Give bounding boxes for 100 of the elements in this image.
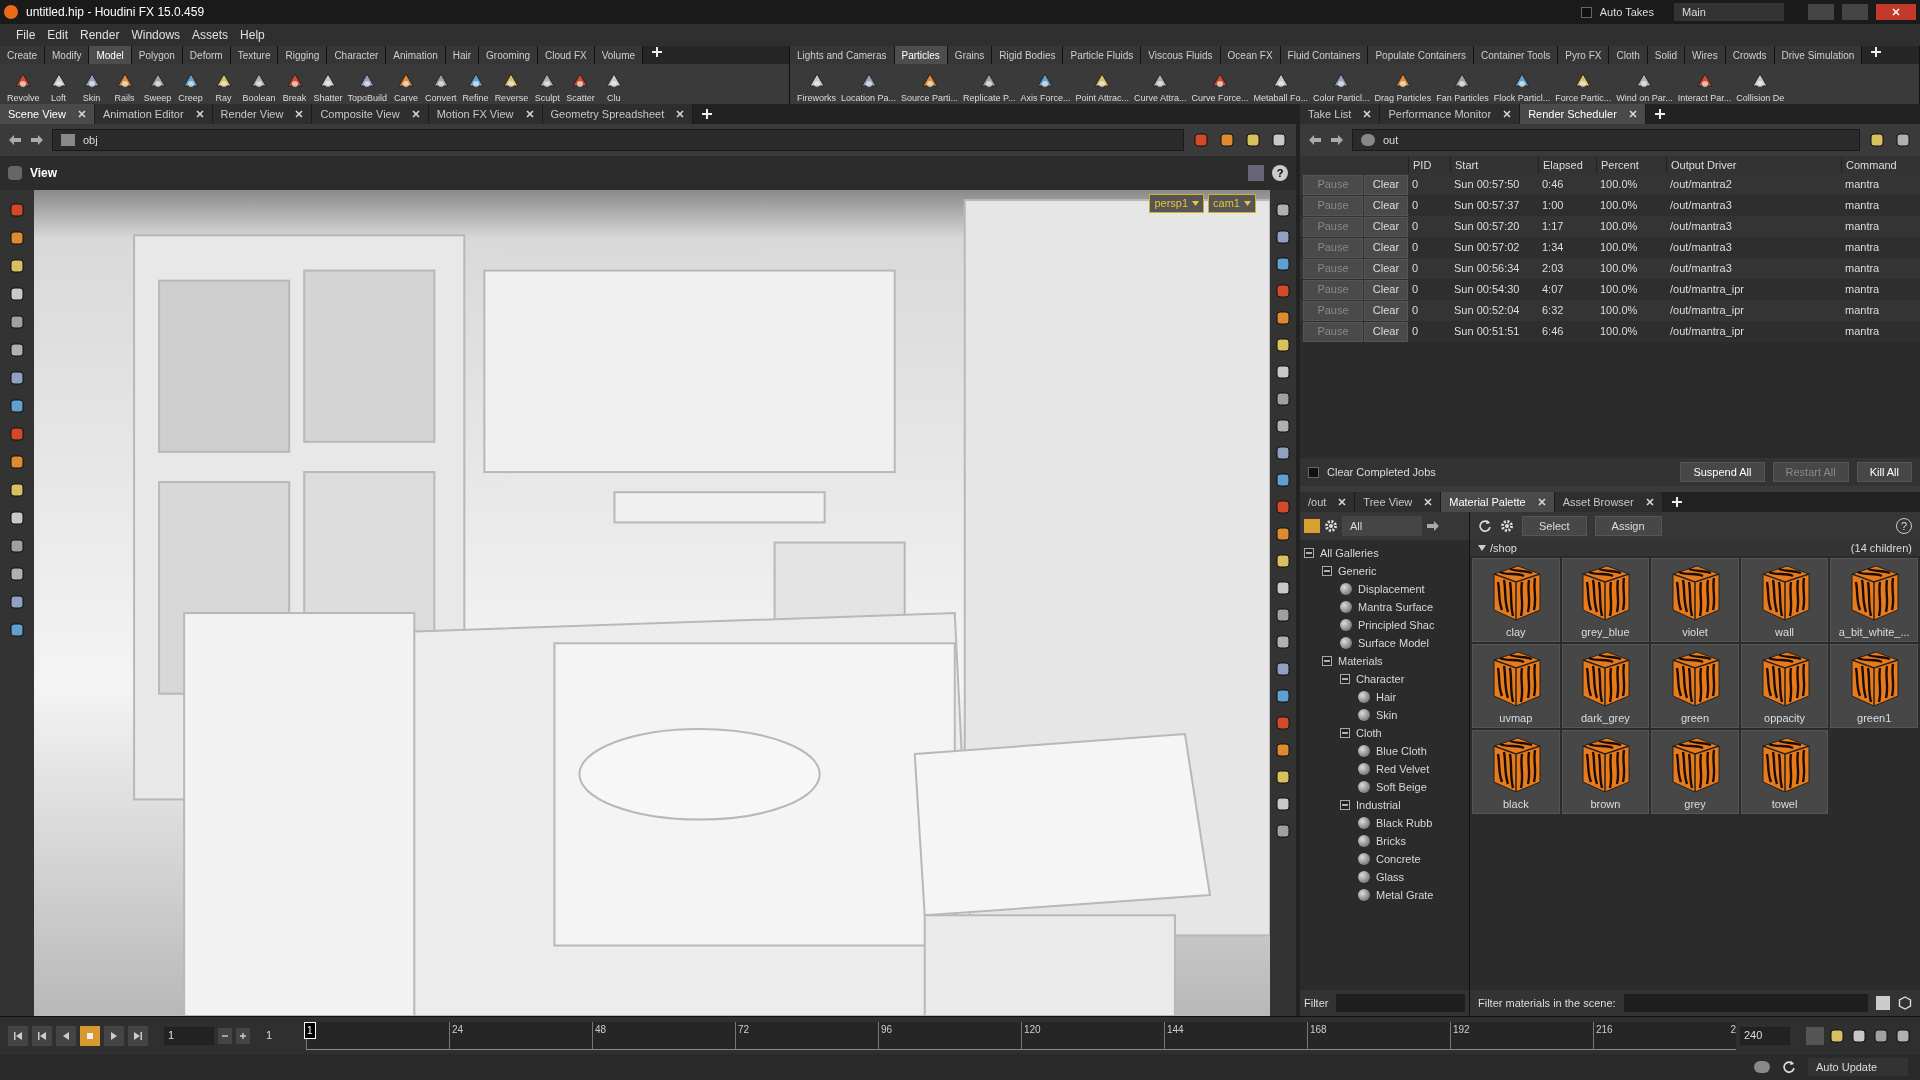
forward-arrow-icon[interactable] xyxy=(30,134,44,146)
checkbox[interactable] xyxy=(1580,6,1592,18)
end-frame-field[interactable]: 240 xyxy=(1740,1026,1790,1045)
current-frame-field[interactable]: 1 xyxy=(262,1026,302,1045)
palette-button[interactable]: Select xyxy=(1522,516,1587,536)
desktop-dropdown[interactable]: Main xyxy=(1674,3,1784,21)
material-tile[interactable]: uvmap xyxy=(1472,644,1560,728)
palette-button[interactable]: Assign xyxy=(1594,516,1662,536)
pane-tab[interactable]: Render Scheduler xyxy=(1520,104,1646,124)
shelf-tab[interactable]: Deform xyxy=(182,46,231,64)
close-button[interactable] xyxy=(1876,4,1916,20)
shelf-tool-button[interactable]: Axis Force... xyxy=(1019,70,1072,104)
close-icon[interactable] xyxy=(295,110,304,118)
clear-button[interactable]: Clear xyxy=(1364,321,1408,342)
tool-icon[interactable] xyxy=(8,285,26,303)
shelf-tab[interactable]: Model xyxy=(89,46,132,64)
close-icon[interactable] xyxy=(195,110,204,118)
shelf-tool-button[interactable]: Refine xyxy=(460,70,491,104)
material-tile[interactable]: wall xyxy=(1740,558,1829,642)
column-header[interactable]: Start xyxy=(1450,156,1538,174)
material-tile[interactable]: brown xyxy=(1561,730,1650,814)
tree-item[interactable]: Skin xyxy=(1376,706,1398,724)
column-header[interactable]: Elapsed xyxy=(1538,156,1596,174)
clear-button[interactable]: Clear xyxy=(1364,195,1408,216)
add-tab-icon[interactable] xyxy=(1870,46,1883,58)
shelf-tab[interactable]: Grains xyxy=(947,46,993,64)
close-icon[interactable] xyxy=(77,110,86,118)
tool-icon[interactable] xyxy=(1872,1026,1890,1045)
scheduler-button[interactable]: Kill All xyxy=(1856,462,1912,482)
tool-icon[interactable] xyxy=(1274,417,1292,435)
material-tile[interactable]: towel xyxy=(1740,730,1829,814)
close-icon[interactable] xyxy=(1503,110,1512,118)
step-back-button[interactable] xyxy=(32,1025,52,1046)
shelf-tab[interactable]: Fluid Containers xyxy=(1280,46,1369,64)
tool-icon[interactable] xyxy=(8,593,26,611)
shelf-tool-button[interactable]: Curve Attra... xyxy=(1133,70,1188,104)
tool-icon[interactable] xyxy=(1274,822,1292,840)
tree-item[interactable]: Generic xyxy=(1338,562,1377,580)
checkbox[interactable] xyxy=(1308,466,1319,478)
shelf-tool-button[interactable]: Carve xyxy=(391,70,422,104)
shelf-tab[interactable]: Polygon xyxy=(131,46,183,64)
pane-tab[interactable]: Scene View xyxy=(0,104,95,124)
refresh-icon[interactable] xyxy=(1478,519,1492,533)
shelf-tool-button[interactable]: Break xyxy=(279,70,310,104)
tree-item[interactable]: Industrial xyxy=(1356,796,1401,814)
material-tile[interactable]: green1 xyxy=(1830,644,1918,728)
material-tile[interactable]: oppacity xyxy=(1740,644,1829,728)
tree-item[interactable]: All Galleries xyxy=(1320,544,1379,562)
shelf-tool-button[interactable]: Flock Particl... xyxy=(1492,70,1552,104)
tree-item[interactable]: Bricks xyxy=(1376,832,1406,850)
tree-item[interactable]: Surface Model xyxy=(1358,634,1429,652)
menu-item[interactable]: Windows xyxy=(131,26,181,44)
camera-menu[interactable]: cam1 xyxy=(1208,194,1256,213)
material-tile[interactable]: green xyxy=(1651,644,1739,728)
clear-button[interactable]: Clear xyxy=(1364,279,1408,300)
tool-icon[interactable] xyxy=(1274,363,1292,381)
shelf-tool-button[interactable]: Creep xyxy=(175,70,206,104)
shelf-tab[interactable]: Animation xyxy=(386,46,446,64)
timeline-ruler[interactable]: 1 24 48 72 96 120 144 168 192 216 2 xyxy=(306,1021,1736,1050)
shelf-tool-button[interactable]: Color Particl... xyxy=(1312,70,1371,104)
tool-icon[interactable] xyxy=(8,341,26,359)
collapse-triangle-icon[interactable] xyxy=(1478,545,1486,551)
shelf-tool-button[interactable]: Replicate P... xyxy=(962,70,1017,104)
tree-item[interactable]: Blue Cloth xyxy=(1376,742,1427,760)
tree-item[interactable]: Soft Beige xyxy=(1376,778,1427,796)
menu-item[interactable]: Edit xyxy=(47,26,69,44)
column-header[interactable]: Output Driver xyxy=(1666,156,1841,174)
tool-icon[interactable] xyxy=(8,313,26,331)
shelf-tool-button[interactable]: Loft xyxy=(43,70,74,104)
pane-tab[interactable]: Render View xyxy=(212,104,313,124)
tree-item[interactable]: Concrete xyxy=(1376,850,1421,868)
tool-icon[interactable] xyxy=(8,537,26,555)
tool-icon[interactable] xyxy=(8,565,26,583)
update-mode-dropdown[interactable]: Auto Update xyxy=(1808,1058,1908,1076)
column-header[interactable]: Command xyxy=(1841,156,1920,174)
collapse-toggle-icon[interactable] xyxy=(1304,548,1314,558)
pane-tab[interactable]: Performance Monitor xyxy=(1380,104,1521,124)
tool-icon[interactable] xyxy=(1894,131,1912,149)
tree-item[interactable]: Displacement xyxy=(1358,580,1425,598)
add-tab-icon[interactable] xyxy=(651,46,664,58)
gallery-filter-dropdown[interactable]: All xyxy=(1342,516,1422,536)
shelf-tool-button[interactable]: Reverse xyxy=(493,70,530,104)
shelf-tool-button[interactable]: Interact Par... xyxy=(1676,70,1733,104)
path-field[interactable]: obj xyxy=(52,129,1184,151)
shelf-tool-button[interactable]: Point Attrac... xyxy=(1074,70,1130,104)
shelf-tool-button[interactable]: Metaball Fo... xyxy=(1252,70,1310,104)
shelf-tool-button[interactable]: Boolean xyxy=(241,70,277,104)
tool-icon[interactable] xyxy=(8,369,26,387)
arrow-right-icon[interactable] xyxy=(1426,520,1440,532)
shelf-tab[interactable]: Wires xyxy=(1685,46,1726,64)
add-tab-icon[interactable] xyxy=(1670,496,1683,508)
shelf-tab[interactable]: Rigging xyxy=(278,46,328,64)
close-icon[interactable] xyxy=(411,110,420,118)
tool-icon[interactable] xyxy=(8,509,26,527)
tool-icon[interactable] xyxy=(1270,131,1288,149)
tool-icon[interactable] xyxy=(1868,131,1886,149)
playhead-marker[interactable]: 1 xyxy=(304,1021,316,1039)
material-tile[interactable]: black xyxy=(1472,730,1560,814)
shelf-tool-button[interactable]: Drag Particles xyxy=(1373,70,1433,104)
shelf-tool-button[interactable]: Wind on Par... xyxy=(1615,70,1674,104)
